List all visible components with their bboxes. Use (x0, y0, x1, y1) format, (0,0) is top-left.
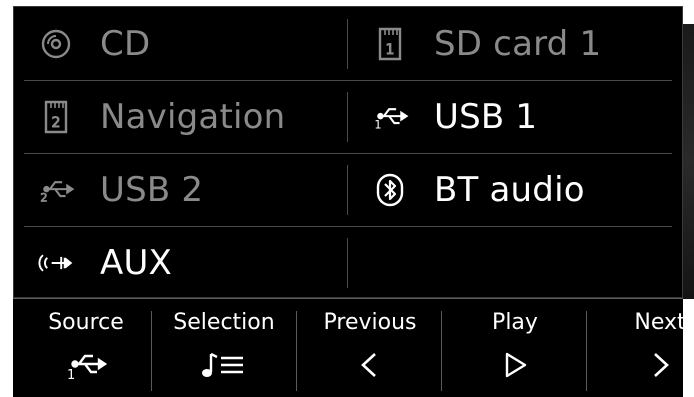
usb-number: 2 (40, 191, 47, 204)
sd-card-number: 2 (52, 115, 61, 131)
sd-card-number: 1 (386, 42, 395, 58)
source-item-label: AUX (100, 243, 173, 283)
background-panel-edge (682, 24, 694, 299)
sd-card-1-icon: 1 (370, 24, 410, 64)
aux-icon (36, 243, 76, 283)
source-item-empty (348, 227, 682, 299)
play-icon (500, 347, 530, 383)
source-item-label: CD (100, 24, 151, 64)
source-button[interactable]: Source 1 (13, 299, 159, 397)
bottom-toolbar: Source 1 Selection Previous Play Next (13, 299, 686, 397)
source-item-sd-card-1[interactable]: 1 SD card 1 (348, 8, 682, 80)
sd-card-2-icon: 2 (36, 97, 76, 137)
source-item-bt-audio[interactable]: BT audio (348, 154, 682, 226)
source-item-label: USB 1 (434, 97, 538, 137)
bluetooth-icon (370, 170, 410, 210)
usb-number: 1 (67, 368, 75, 380)
usb-2-icon: 2 (36, 170, 76, 210)
source-button-label: Source (48, 310, 124, 335)
previous-button-label: Previous (323, 310, 417, 335)
play-button[interactable]: Play (442, 299, 588, 397)
music-list-icon (199, 347, 249, 383)
source-menu: CD 1 SD card 1 2 Navigation 1 USB 1 2 US… (13, 6, 683, 298)
next-button[interactable]: Next (587, 299, 686, 397)
next-button-label: Next (634, 310, 686, 335)
source-item-label: BT audio (434, 170, 585, 210)
source-item-usb-1[interactable]: 1 USB 1 (348, 81, 682, 153)
source-item-label: Navigation (100, 97, 286, 137)
usb-source-icon: 1 (61, 347, 111, 383)
selection-button-label: Selection (173, 310, 275, 335)
selection-button[interactable]: Selection (151, 299, 297, 397)
play-button-label: Play (492, 310, 538, 335)
source-item-label: USB 2 (100, 170, 204, 210)
chevron-right-icon (645, 347, 675, 383)
source-item-usb-2[interactable]: 2 USB 2 (14, 154, 347, 226)
source-item-label: SD card 1 (434, 24, 602, 64)
source-item-navigation[interactable]: 2 Navigation (14, 81, 347, 153)
previous-button[interactable]: Previous (297, 299, 443, 397)
usb-number: 1 (374, 118, 381, 131)
source-item-aux[interactable]: AUX (14, 227, 347, 299)
usb-1-icon: 1 (370, 97, 410, 137)
cd-icon (36, 24, 76, 64)
chevron-left-icon (355, 347, 385, 383)
source-item-cd[interactable]: CD (14, 8, 347, 80)
